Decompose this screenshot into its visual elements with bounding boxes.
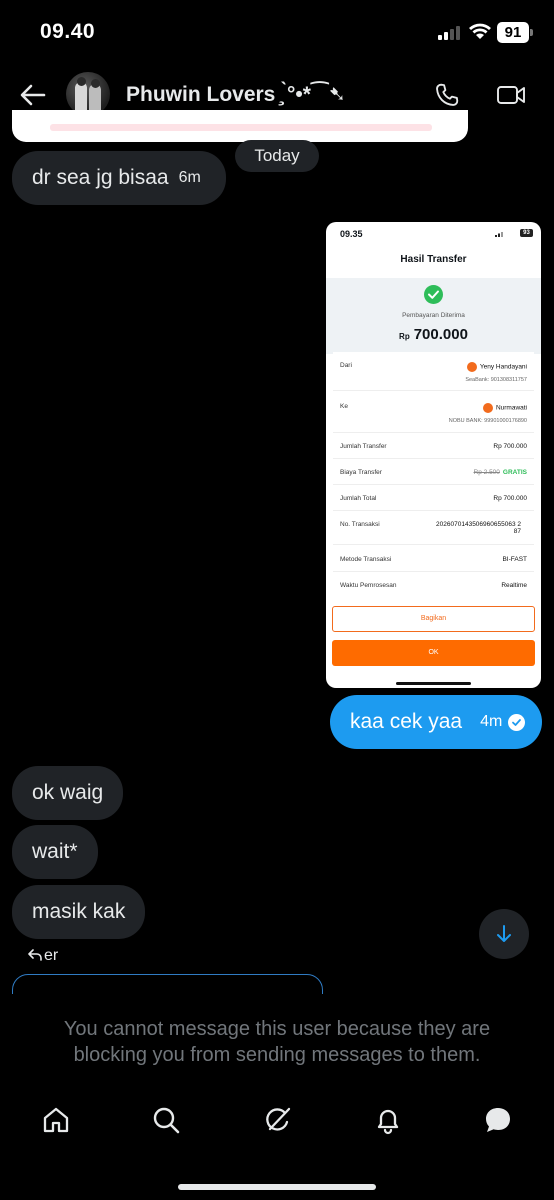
- nav-search[interactable]: [150, 1104, 182, 1136]
- received-message[interactable]: ok waig: [12, 766, 124, 820]
- attachment-signal-icon: [495, 232, 503, 237]
- method-value: BI-FAST: [502, 556, 527, 563]
- processing-value: Realtime: [501, 582, 527, 589]
- nav-messages[interactable]: [482, 1104, 514, 1136]
- divider: [333, 510, 534, 511]
- image-attachment[interactable]: 09.35 93 Hasil Transfer Pembayaran Diter…: [326, 222, 541, 688]
- received-message[interactable]: wait*: [12, 825, 98, 879]
- messages-icon: [486, 1108, 510, 1132]
- transfer-amount-label: Jumlah Transfer: [340, 443, 387, 450]
- transaction-number: 2026070143506960655063 2 87: [436, 521, 521, 535]
- divider: [333, 432, 534, 433]
- from-name: Yeny Handayani: [466, 362, 527, 372]
- transaction-label: No. Transaksi: [340, 521, 380, 528]
- reply-label: er: [44, 947, 59, 964]
- scroll-to-bottom-button[interactable]: [479, 909, 529, 959]
- ok-button: OK: [332, 640, 535, 666]
- fee-value: Rp 2.500 GRATIS: [473, 469, 527, 476]
- back-button[interactable]: [16, 78, 50, 112]
- user-icon: [482, 403, 493, 413]
- message-text: kaa cek yaa: [350, 710, 463, 733]
- home-icon: [43, 1107, 69, 1133]
- payment-amount: Rp 700.000: [326, 326, 541, 343]
- read-check-icon: [508, 713, 526, 731]
- home-indicator: [178, 1184, 376, 1190]
- divider: [333, 390, 534, 391]
- previous-image-content: [50, 124, 432, 131]
- divider: [333, 458, 534, 459]
- success-check-icon: [424, 285, 443, 304]
- arrow-down-icon: [497, 925, 511, 942]
- call-button[interactable]: [430, 78, 464, 112]
- amount-value: 700.000: [413, 326, 468, 343]
- battery-nub: [530, 29, 533, 36]
- sent-message[interactable]: kaa cek yaa 4m: [330, 695, 542, 749]
- received-message[interactable]: masik kak: [12, 885, 146, 939]
- contact-name[interactable]: Phuwin Lovers ̧ ̀°•*⁀➷: [126, 82, 346, 107]
- bell-icon: [377, 1109, 399, 1135]
- message-time: 6m: [178, 169, 201, 186]
- divider: [333, 571, 534, 572]
- share-button: Bagikan: [332, 606, 535, 632]
- received-message[interactable]: dr sea jg bisaa 6m: [12, 151, 226, 205]
- attachment-title: Hasil Transfer: [400, 254, 467, 265]
- message-text: wait*: [32, 840, 78, 863]
- to-label: Ke: [340, 403, 348, 410]
- total-value: Rp 700.000: [493, 495, 527, 502]
- user-icon: [466, 362, 477, 372]
- from-account: SeaBank: 901308311757: [465, 377, 527, 383]
- divider: [333, 544, 534, 545]
- search-icon: [153, 1107, 180, 1134]
- to-name: Nurmawati: [482, 403, 527, 413]
- message-text: ok waig: [32, 781, 104, 804]
- nav-grok[interactable]: [262, 1104, 294, 1136]
- reply-icon: [28, 949, 42, 961]
- attachment-status-time: 09.35: [340, 229, 363, 239]
- processing-label: Waktu Pemrosesan: [340, 582, 397, 589]
- method-label: Metode Transaksi: [340, 556, 392, 563]
- divider: [333, 484, 534, 485]
- cellular-signal-icon: [438, 26, 460, 40]
- from-label: Dari: [340, 362, 352, 369]
- date-divider: Today: [235, 140, 319, 172]
- total-label: Jumlah Total: [340, 495, 377, 502]
- message-time: 4m: [480, 713, 503, 730]
- arrow-left-icon: [20, 84, 46, 106]
- video-camera-icon: [497, 86, 525, 104]
- video-call-button[interactable]: [494, 78, 528, 112]
- amount-currency: Rp: [399, 332, 410, 341]
- blocked-notice: You cannot message this user because the…: [63, 1018, 491, 1066]
- nav-notifications[interactable]: [372, 1104, 404, 1136]
- battery-indicator: 91: [497, 22, 529, 43]
- phone-icon: [436, 83, 459, 106]
- wifi-icon: [469, 23, 491, 39]
- fee-label: Biaya Transfer: [340, 469, 382, 476]
- to-account: NOBU BANK: 99901000176890: [448, 418, 527, 424]
- message-text: masik kak: [32, 900, 126, 923]
- transfer-amount-value: Rp 700.000: [493, 443, 527, 450]
- payment-status: Pembayaran Diterima: [402, 312, 465, 319]
- grok-icon: [266, 1107, 291, 1131]
- message-text: dr sea jg bisaa: [32, 166, 169, 189]
- attachment-home-indicator: [396, 682, 471, 685]
- nav-home[interactable]: [40, 1104, 72, 1136]
- status-time: 09.40: [40, 20, 96, 43]
- attachment-battery: 93: [520, 229, 533, 237]
